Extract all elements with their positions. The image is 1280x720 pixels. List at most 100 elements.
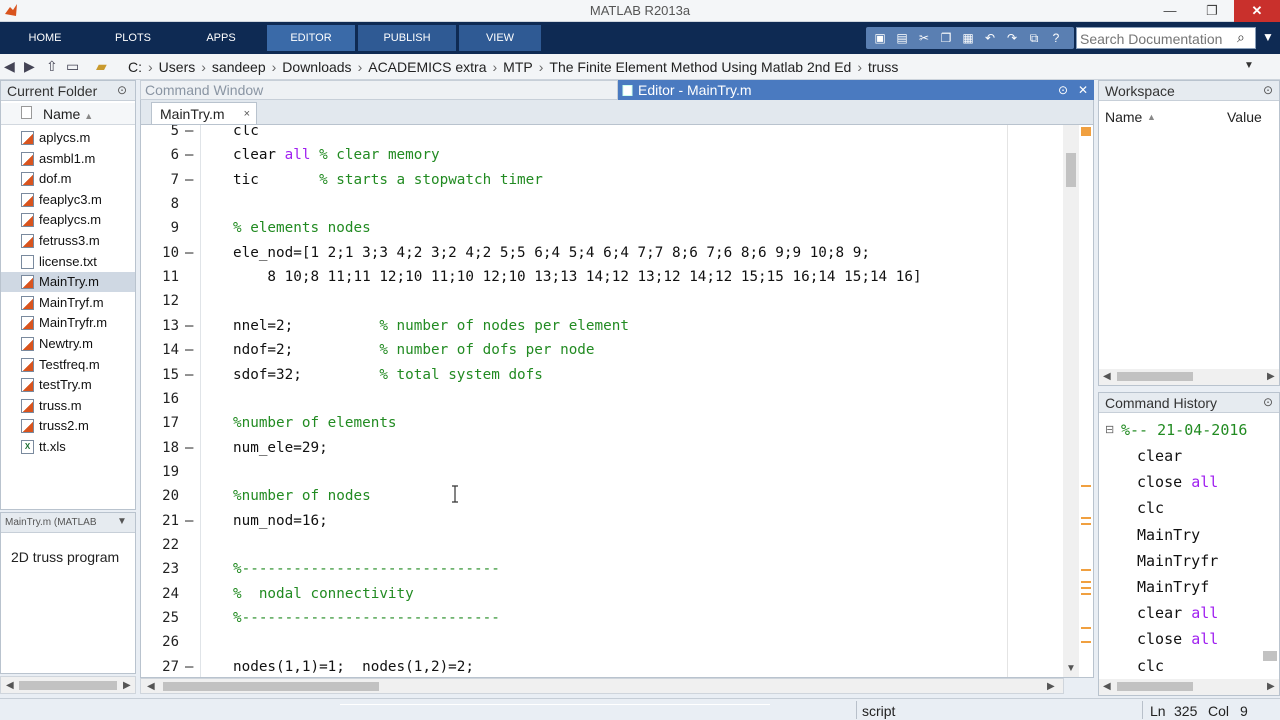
scroll-thumb[interactable] [163,682,379,691]
code-line[interactable]: % nodal connectivity [233,586,414,602]
editor-vertical-scrollbar[interactable]: ▼ [1063,125,1079,677]
file-list-item[interactable]: license.txt [1,252,135,272]
maximize-button[interactable]: ❐ [1194,0,1230,22]
file-list-item[interactable]: MainTryfr.m [1,313,135,333]
code-line[interactable]: clear all % clear memory [233,147,440,163]
code-line[interactable]: %------------------------------ [233,610,500,626]
code-line[interactable]: sdof=32; % total system dofs [233,367,543,383]
code-line[interactable]: num_ele=29; [233,440,328,456]
panel-options-icon[interactable]: ⊙ [1263,83,1273,97]
breakpoint-dash[interactable]: — [185,513,193,529]
breakpoint-dash[interactable]: — [185,440,193,456]
code-line[interactable]: nodes(1,1)=1; nodes(1,2)=2; [233,659,474,675]
breadcrumb-item[interactable]: MTP [503,59,533,75]
breakpoint-dash[interactable]: — [185,367,193,383]
command-window-tab[interactable]: Command Window [140,80,618,100]
code-line[interactable]: %number of elements [233,415,397,431]
panel-options-icon[interactable]: ⊙ [117,83,127,97]
scroll-right-icon[interactable]: ▶ [1047,681,1055,692]
analyzer-status-icon[interactable] [1081,127,1091,136]
scroll-thumb[interactable] [1066,153,1076,187]
tab-publish[interactable]: PUBLISH [358,25,456,51]
editor-horizontal-scrollbar[interactable]: ◀ ▶ [140,678,1064,694]
file-list-item[interactable]: truss2.m [1,416,135,436]
history-scroll-thumb[interactable] [1263,651,1277,661]
tab-home[interactable]: HOME [2,25,88,51]
breakpoint-dash[interactable]: — [185,342,193,358]
code-line[interactable]: ele_nod=[1 2;1 3;3 4;2 3;2 4;2 5;5 6;4 5… [233,245,870,261]
workspace-value-column[interactable]: Value [1227,105,1262,129]
code-line[interactable]: ndof=2; % number of dofs per node [233,342,595,358]
history-entry[interactable]: close all [1137,630,1218,648]
warning-marker[interactable] [1081,627,1091,629]
breadcrumb-item[interactable]: sandeep [212,59,266,75]
breakpoint-dash[interactable]: — [185,659,193,675]
file-list-item[interactable]: truss.m [1,396,135,416]
browse-folder-icon[interactable]: ▭ [66,58,79,75]
breadcrumb-separator-icon[interactable]: › [857,59,862,75]
breadcrumb-item[interactable]: truss [868,59,898,75]
file-list-item[interactable]: Newtry.m [1,334,135,354]
history-entry[interactable]: close all [1137,473,1218,491]
file-list-item[interactable]: feaplyc3.m [1,190,135,210]
workspace-name-column[interactable]: Name [1105,105,1142,129]
tab-editor[interactable]: EDITOR [267,25,355,51]
warning-marker[interactable] [1081,517,1091,519]
breakpoint-dash[interactable]: — [185,245,193,261]
scroll-left-icon[interactable]: ◀ [6,680,14,691]
tab-plots[interactable]: PLOTS [90,25,176,51]
scroll-thumb[interactable] [1117,372,1193,381]
warning-marker[interactable] [1081,641,1091,643]
file-list-item[interactable]: dof.m [1,169,135,189]
tab-apps[interactable]: APPS [178,25,264,51]
warning-marker[interactable] [1081,569,1091,571]
breadcrumb-item[interactable]: ACADEMICS extra [368,59,486,75]
tab-close-icon[interactable]: × [244,103,250,125]
breadcrumb-separator-icon[interactable]: › [358,59,363,75]
breakpoint-dash[interactable]: — [185,125,193,139]
breakpoint-dash[interactable]: — [185,318,193,334]
breadcrumb-item[interactable]: Downloads [282,59,351,75]
breadcrumb-item[interactable]: C: [128,59,142,75]
warning-marker[interactable] [1081,485,1091,487]
details-expand-icon[interactable]: ▼ [117,516,127,527]
search-icon[interactable]: ⌕ [1237,29,1245,46]
copy-icon[interactable]: ❐ [938,30,954,46]
code-line[interactable]: %------------------------------ [233,561,500,577]
breadcrumb-separator-icon[interactable]: › [272,59,277,75]
cut-icon[interactable]: ✂ [916,30,932,46]
breakpoint-dash[interactable]: — [185,147,193,163]
close-button[interactable]: ✕ [1234,0,1280,22]
file-list-item[interactable]: asmbl1.m [1,149,135,169]
editor-file-tab[interactable]: MainTry.m × [151,102,257,124]
file-list-item[interactable]: Testfreq.m [1,355,135,375]
code-line[interactable]: % elements nodes [233,220,371,236]
editor-options-icon[interactable]: ⊙ [1058,80,1068,100]
breadcrumb-item[interactable]: Users [159,59,196,75]
help-icon[interactable]: ? [1048,30,1064,46]
search-documentation-input[interactable] [1080,31,1230,47]
up-folder-icon[interactable]: ⇧ [46,58,58,75]
file-list-item[interactable]: MainTryf.m [1,293,135,313]
undo-icon[interactable]: ↶ [982,30,998,46]
breadcrumb-separator-icon[interactable]: › [492,59,497,75]
paste-icon[interactable]: ▦ [960,30,976,46]
file-details-header[interactable]: MainTry.m (MATLAB [1,513,135,533]
forward-icon[interactable]: ▶ [24,58,35,75]
workspace-horizontal-scrollbar[interactable]: ◀ ▶ [1099,369,1279,385]
save-icon[interactable]: ▤ [894,30,910,46]
scroll-right-icon[interactable]: ▶ [1267,371,1275,382]
quick-access-layout-icon[interactable]: ▣ [872,30,888,46]
scroll-right-icon[interactable]: ▶ [123,680,131,691]
breakpoint-dash[interactable]: — [185,172,193,188]
code-editor[interactable]: 5 — 6 — 7 — 8 9 10 — 11 12 13 — 14 — 15 — 16 17 18 — 19 20 21 — 22… [140,124,1094,678]
file-list-item[interactable]: feaplycs.m [1,210,135,230]
scroll-thumb[interactable] [1117,682,1193,691]
code-line[interactable]: %number of nodes [233,488,371,504]
code-line[interactable]: 8 10;8 11;11 12;10 11;10 12;10 13;13 14;… [233,269,921,285]
warning-marker[interactable] [1081,581,1091,583]
history-entry[interactable]: clear all [1137,604,1218,622]
warning-marker[interactable] [1081,523,1091,525]
ribbon-menu-icon[interactable]: ▼ [1262,30,1274,44]
breadcrumb-separator-icon[interactable]: › [201,59,206,75]
